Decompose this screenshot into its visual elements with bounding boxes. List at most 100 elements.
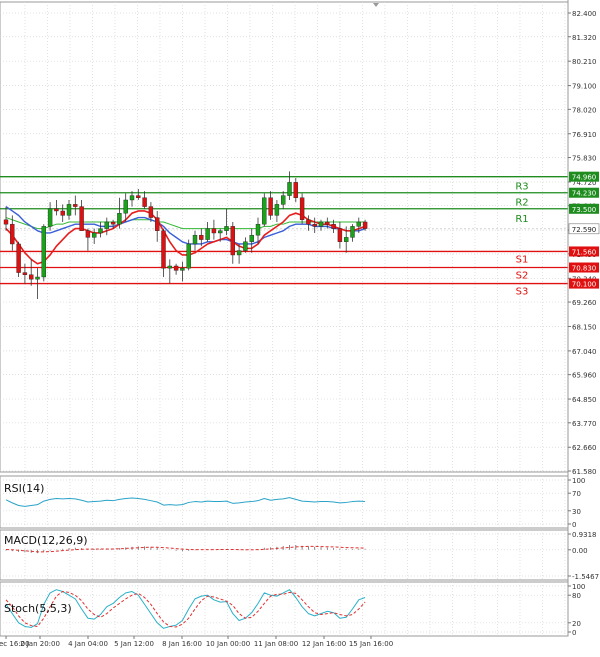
pane-tick-label: 80 bbox=[572, 592, 581, 600]
level-name-s3: S3 bbox=[516, 287, 529, 298]
candle-body bbox=[154, 217, 160, 231]
candle-body bbox=[173, 265, 179, 271]
candle-body bbox=[236, 250, 242, 256]
candle-body bbox=[98, 228, 103, 234]
level-tag-label-r3: 74.960 bbox=[572, 174, 597, 182]
stoch-label: Stoch(5,5,3) bbox=[4, 602, 72, 615]
candle-body bbox=[230, 226, 236, 256]
candle-body bbox=[142, 197, 147, 207]
candle-body bbox=[10, 223, 15, 245]
level-tag-label-s3: 70.100 bbox=[572, 281, 597, 289]
pane-tick-label: 0.9318 bbox=[572, 531, 597, 539]
pane-tick-label: 70 bbox=[572, 490, 581, 498]
candle-body bbox=[356, 221, 361, 227]
candle-body bbox=[136, 195, 141, 198]
pane-stoch bbox=[0, 581, 569, 637]
level-tag-label-s2: 70.830 bbox=[572, 265, 597, 273]
candle-body bbox=[73, 204, 78, 207]
time-tick-label: 4 Jan 04:00 bbox=[68, 640, 108, 648]
pane-tick-label: 0.00 bbox=[572, 547, 588, 555]
level-name-r1: R1 bbox=[515, 214, 528, 225]
candle-body bbox=[79, 206, 84, 231]
candle-body bbox=[180, 267, 185, 271]
pane-tick-label: 30 bbox=[572, 508, 581, 516]
price-tick-label: 63.770 bbox=[572, 420, 597, 428]
rsi-label: RSI(14) bbox=[4, 482, 44, 495]
candle-body bbox=[117, 212, 122, 225]
trading-chart: 82.400 81.320 80.210 79.100 78.020 76.910 75.8… bbox=[0, 0, 600, 653]
candle-body bbox=[91, 232, 97, 238]
candle-body bbox=[110, 221, 116, 225]
price-tick-label: 75.830 bbox=[572, 155, 597, 163]
pane-tick-label: -1.5467 bbox=[572, 573, 599, 581]
candle-body bbox=[287, 182, 292, 196]
candle-body bbox=[243, 241, 248, 251]
candle-body bbox=[148, 206, 154, 218]
pane-tick-label: 20 bbox=[572, 620, 581, 628]
candle-body bbox=[60, 210, 65, 216]
pane-tick-label: 100 bbox=[572, 477, 585, 485]
candle-body bbox=[129, 195, 135, 201]
candle-body bbox=[337, 228, 343, 242]
candle-body bbox=[274, 204, 280, 216]
candle-body bbox=[22, 272, 28, 275]
pane-tick-label: 0 bbox=[572, 521, 576, 529]
candle-body bbox=[299, 197, 305, 220]
time-tick-label: 10 Jan 00:00 bbox=[206, 640, 250, 648]
level-name-s1: S1 bbox=[516, 254, 529, 265]
price-tick-label: 61.580 bbox=[572, 468, 597, 476]
candle-body bbox=[123, 199, 128, 214]
chart-root: 82.400 81.320 80.210 79.100 78.020 76.910 75.8… bbox=[0, 0, 600, 653]
price-tick-label: 79.100 bbox=[572, 83, 597, 91]
candle-body bbox=[362, 221, 368, 229]
price-tick-label: 80.210 bbox=[572, 58, 597, 66]
pane-rsi bbox=[0, 475, 569, 529]
candle-body bbox=[350, 226, 355, 238]
level-tag-label-r2: 74.230 bbox=[572, 190, 597, 198]
candle-body bbox=[192, 234, 198, 245]
candle-body bbox=[293, 182, 298, 198]
candle-body bbox=[249, 234, 254, 242]
candle-body bbox=[41, 226, 46, 278]
candle-body bbox=[54, 208, 59, 212]
price-tick-label: 76.910 bbox=[572, 131, 597, 139]
candle-body bbox=[325, 221, 330, 225]
level-tag-label-r1: 73.500 bbox=[572, 206, 597, 214]
candle-body bbox=[85, 230, 91, 238]
current-price-label: 72.590 bbox=[572, 226, 597, 234]
candle-body bbox=[29, 274, 34, 280]
level-tag-label-s1: 71.560 bbox=[572, 248, 597, 256]
price-tick-label: 62.660 bbox=[572, 444, 597, 452]
time-tick-label: 5 Jan 12:00 bbox=[114, 640, 154, 648]
candle-body bbox=[224, 226, 229, 231]
candle-body bbox=[47, 208, 53, 227]
time-tick-label: 2 Jan 20:00 bbox=[20, 640, 60, 648]
candle-body bbox=[262, 197, 267, 225]
candle-body bbox=[35, 276, 40, 280]
candle-body bbox=[205, 228, 210, 240]
price-tick-label: 82.400 bbox=[572, 10, 597, 18]
level-name-r3: R3 bbox=[515, 182, 528, 193]
time-tick-label: 11 Jan 08:00 bbox=[254, 640, 298, 648]
candle-body bbox=[199, 234, 204, 240]
candle-body bbox=[161, 230, 166, 269]
pane-main bbox=[0, 1, 569, 473]
candle-body bbox=[66, 204, 72, 216]
price-tick-label: 78.020 bbox=[572, 106, 597, 114]
candle-body bbox=[331, 223, 336, 229]
candle-body bbox=[186, 243, 191, 269]
candle-body bbox=[217, 230, 223, 234]
level-name-r2: R2 bbox=[515, 198, 528, 209]
level-name-s2: S2 bbox=[516, 271, 529, 282]
price-tick-label: 69.260 bbox=[572, 299, 597, 307]
pane-tick-label: 100 bbox=[572, 583, 585, 591]
time-tick-label: 12 Jan 16:00 bbox=[302, 640, 346, 648]
price-tick-label: 65.960 bbox=[572, 372, 597, 380]
candle-body bbox=[16, 243, 21, 273]
time-tick-label: 15 Jan 16:00 bbox=[349, 640, 393, 648]
candle-body bbox=[306, 219, 311, 225]
candle-body bbox=[318, 221, 324, 227]
candle-body bbox=[268, 197, 273, 216]
candle-body bbox=[255, 223, 261, 236]
price-tick-label: 67.040 bbox=[572, 348, 597, 356]
